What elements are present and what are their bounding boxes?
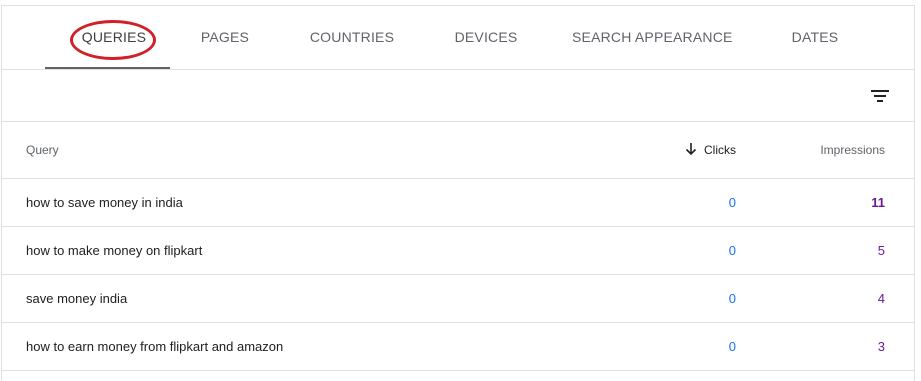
query-cell: save money india (26, 291, 128, 306)
table-toolbar (2, 70, 914, 122)
column-header-clicks[interactable]: Clicks (684, 122, 736, 178)
impressions-cell: 3 (877, 339, 885, 354)
arrow-down-icon (685, 143, 697, 156)
table-row[interactable]: save money india 0 4 (2, 275, 914, 323)
annotation-circle (70, 20, 156, 60)
query-cell: how to make money on flipkart (26, 243, 203, 258)
tab-search-appearance[interactable]: SEARCH APPEARANCE (572, 6, 732, 70)
column-header-query[interactable]: Query (26, 122, 59, 178)
clicks-cell: 0 (728, 339, 736, 354)
tab-countries[interactable]: COUNTRIES (302, 6, 402, 70)
dimension-tabs: QUERIES PAGES COUNTRIES DEVICES SEARCH A… (2, 6, 914, 70)
query-cell: how to save money in india (26, 195, 183, 210)
table-row[interactable]: how to save money in india 0 11 (2, 179, 914, 227)
clicks-cell: 0 (728, 243, 736, 258)
active-tab-indicator (45, 67, 170, 69)
clicks-cell: 0 (728, 291, 736, 306)
impressions-cell: 11 (871, 195, 885, 210)
impressions-cell: 4 (877, 291, 885, 306)
query-cell: how to earn money from flipkart and amaz… (26, 339, 284, 354)
table-row[interactable]: how to earn money from flipkart and amaz… (2, 323, 914, 371)
impressions-cell: 5 (877, 243, 885, 258)
filter-icon[interactable] (868, 84, 892, 108)
tab-dates[interactable]: DATES (782, 6, 848, 70)
clicks-header-label: Clicks (704, 143, 736, 157)
column-header-impressions[interactable]: Impressions (820, 122, 885, 178)
tab-pages[interactable]: PAGES (192, 6, 258, 70)
table-row[interactable]: how to make money on flipkart 0 5 (2, 227, 914, 275)
clicks-cell: 0 (728, 195, 736, 210)
table-header-row: Query Clicks Impressions (2, 122, 914, 179)
performance-card: QUERIES PAGES COUNTRIES DEVICES SEARCH A… (1, 5, 915, 381)
tab-devices[interactable]: DEVICES (448, 6, 524, 70)
